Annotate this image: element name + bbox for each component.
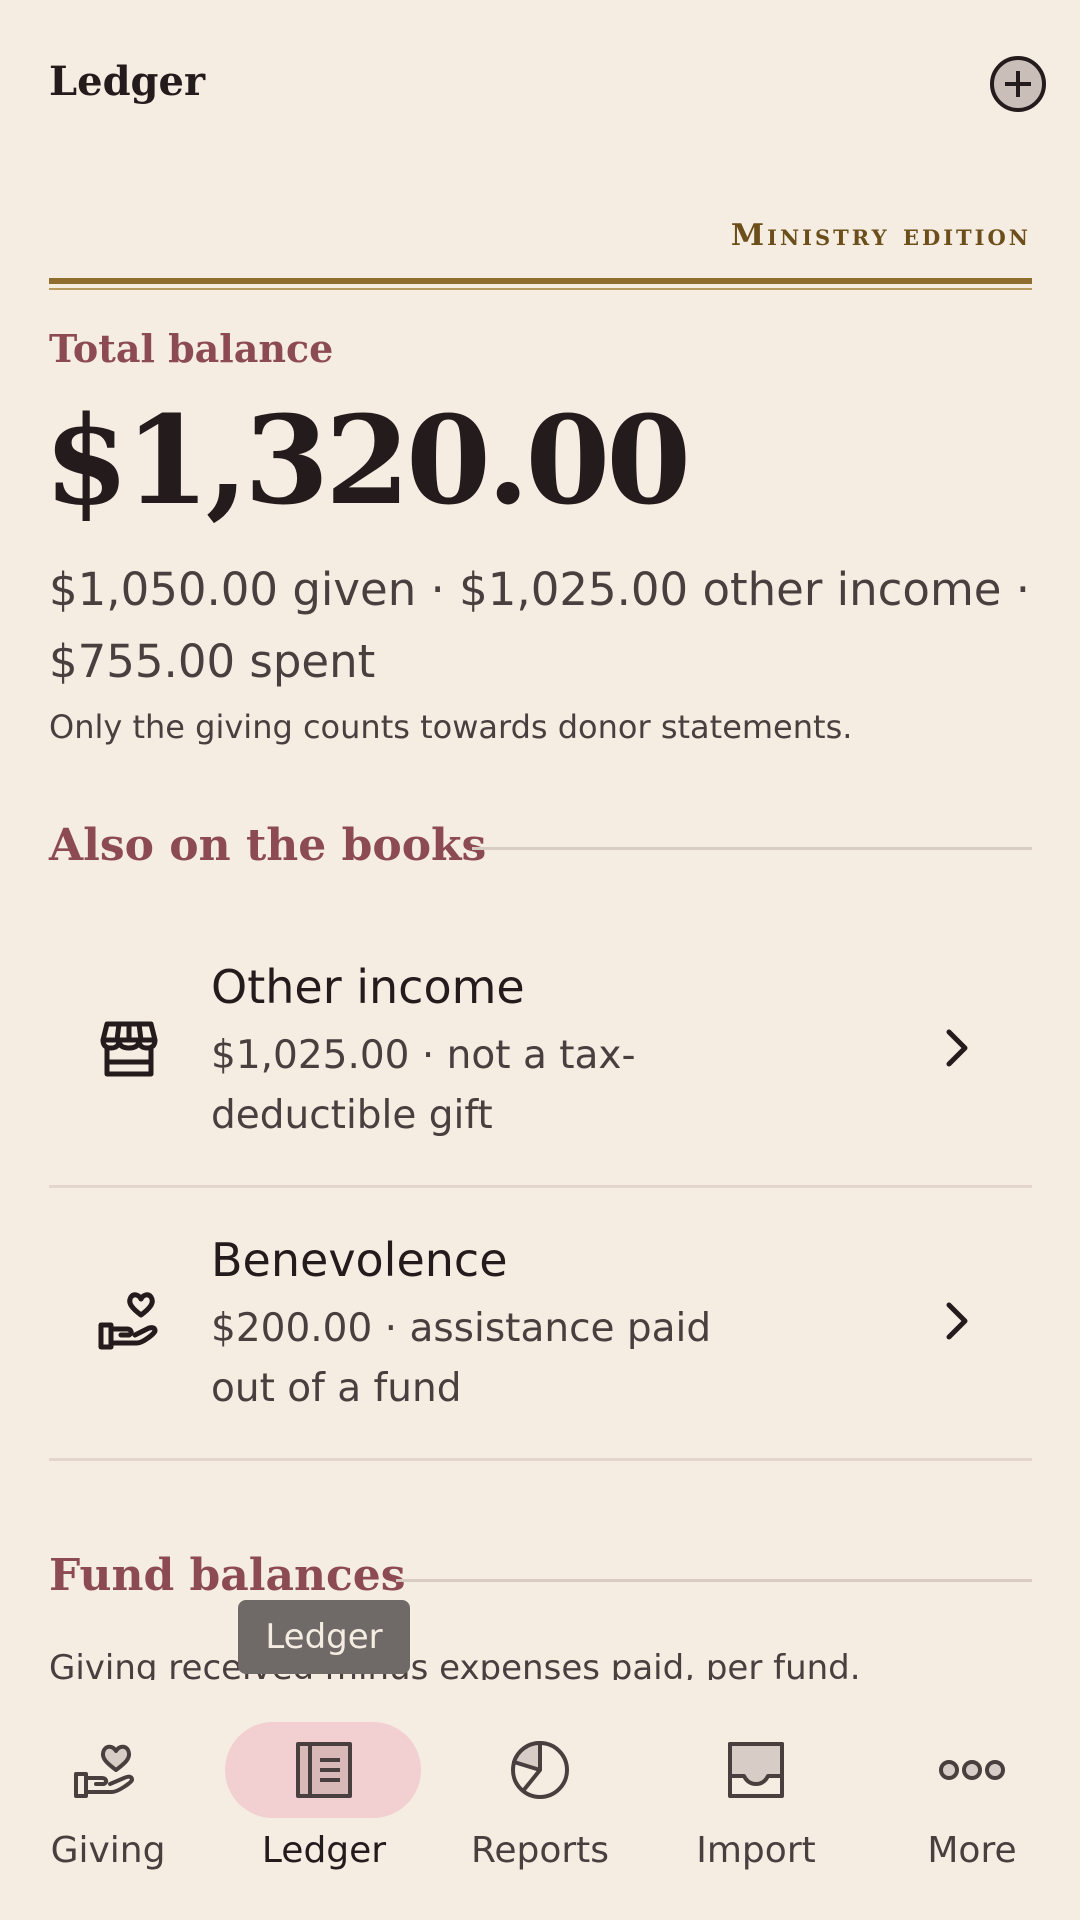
section-divider [472, 847, 1032, 850]
row-divider [49, 1185, 1032, 1188]
header-rule [49, 278, 1032, 284]
more-icon [939, 1760, 1005, 1780]
add-button[interactable] [990, 56, 1046, 112]
nav-item-reports[interactable]: Reports [432, 1690, 648, 1920]
balance-note: Only the giving counts towards donor sta… [49, 708, 853, 746]
funds-subtitle: Giving received minus expenses paid, per… [49, 1648, 861, 1680]
chevron-right-icon [946, 1029, 968, 1067]
nav-item-ledger[interactable]: Ledger [216, 1690, 432, 1920]
row-subtitle: $1,025.00 · not a tax-deductible gift [211, 1033, 636, 1138]
inbox-icon [728, 1742, 784, 1798]
section-title-funds: Fund balances [49, 1550, 406, 1601]
nav-item-import[interactable]: Import [648, 1690, 864, 1920]
row-subtitle: $200.00 · assistance paid out of a fund [211, 1306, 712, 1411]
ledger-icon [296, 1742, 352, 1798]
list-item-benevolence[interactable]: Benevolence $200.00 · assistance paid ou… [49, 1189, 1032, 1461]
nav-label: Giving [50, 1830, 166, 1871]
storefront-icon [100, 1021, 158, 1077]
nav-label: Ledger [261, 1830, 387, 1871]
section-title-books: Also on the books [49, 820, 487, 871]
nav-label: Reports [470, 1830, 610, 1871]
hand-heart-icon [74, 1744, 134, 1798]
row-title: Other income [211, 960, 525, 1014]
balance-amount: $1,320.00 [44, 388, 691, 532]
tooltip: Ledger [238, 1600, 410, 1674]
bottom-navigation: Giving Ledger Reports Import More [0, 1690, 1080, 1920]
header-rule-thin [49, 288, 1032, 290]
row-title: Benevolence [211, 1233, 508, 1287]
app-title: Ledger [49, 58, 206, 105]
row-divider [49, 1458, 1032, 1461]
top-app-bar: Ledger [0, 0, 1080, 170]
nav-item-more[interactable]: More [864, 1690, 1080, 1920]
nav-item-giving[interactable]: Giving [0, 1690, 216, 1920]
edition-label: Ministry edition [730, 218, 1031, 253]
section-divider [396, 1579, 1032, 1582]
balance-summary: $1,050.00 given · $1,025.00 other income… [49, 563, 1031, 688]
chevron-right-icon [946, 1302, 968, 1340]
pie-chart-icon [511, 1740, 569, 1799]
nav-label: More [927, 1830, 1017, 1871]
list-item-other-income[interactable]: Other income $1,025.00 · not a tax-deduc… [49, 916, 1032, 1188]
balance-label: Total balance [49, 326, 334, 371]
hand-heart-icon [98, 1292, 158, 1350]
nav-label: Import [696, 1830, 816, 1871]
